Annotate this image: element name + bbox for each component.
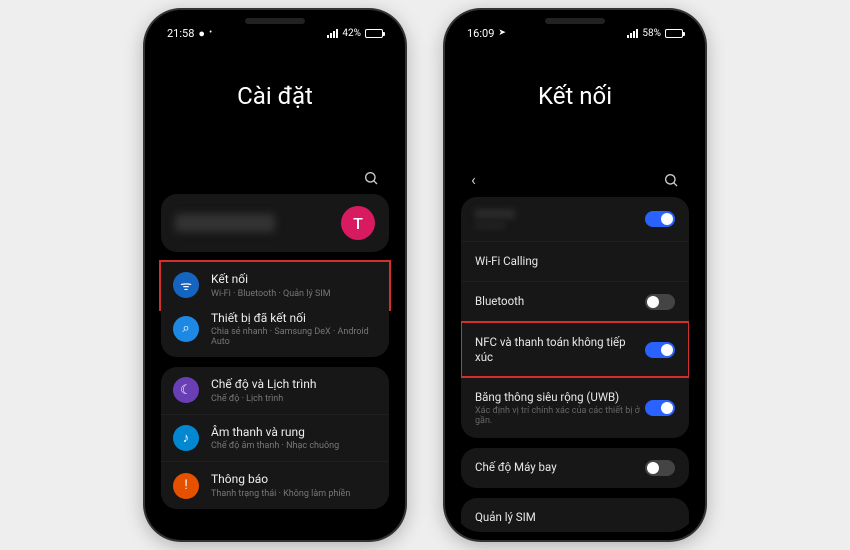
sound-icon: ♪ (173, 425, 199, 451)
signal-icon (627, 29, 638, 38)
row-sim[interactable]: Quản lý SIM (461, 498, 689, 532)
wifi-title-blurred (475, 209, 515, 219)
battery-icon (665, 29, 683, 38)
wifi-icon: ᯤ (173, 272, 199, 298)
search-row (153, 170, 397, 194)
toggle-nfc[interactable] (645, 342, 675, 358)
row-wifi-calling[interactable]: Wi-Fi Calling (461, 241, 689, 281)
nav-row: ‹ (453, 170, 697, 197)
search-icon[interactable] (363, 170, 379, 186)
item-title: Thiết bị đã kết nối (211, 311, 377, 327)
item-title: Thông báo (211, 472, 377, 488)
status-time: 21:58 (167, 27, 194, 40)
signal-icon (327, 29, 338, 38)
content-left: T ᯤ Kết nối Wi-Fi · Bluetooth · Quản lý … (153, 194, 397, 509)
row-title: NFC và thanh toán không tiếp xúc (475, 335, 645, 365)
toggle-bluetooth[interactable] (645, 294, 675, 310)
settings-item-modes[interactable]: ☾ Chế độ và Lịch trình Chế độ · Lịch trì… (161, 367, 389, 414)
row-title: Bluetooth (475, 294, 645, 309)
page-title: Cài đặt (153, 42, 397, 170)
notch (245, 18, 305, 24)
row-wifi[interactable] (461, 197, 689, 241)
settings-item-notifications[interactable]: ! Thông báo Thanh trạng thái · Không làm… (161, 461, 389, 509)
status-time: 16:09 (467, 27, 494, 40)
connections-group-2: Chế độ Máy bay (461, 448, 689, 488)
toggle-wifi[interactable] (645, 211, 675, 227)
row-sub: Xác định vị trí chính xác của các thiết … (475, 406, 645, 426)
battery-pct: 42% (342, 28, 361, 39)
item-title: Chế độ và Lịch trình (211, 377, 377, 393)
more-icon: • (209, 28, 212, 38)
row-nfc[interactable]: NFC và thanh toán không tiếp xúc (461, 322, 689, 377)
battery-icon (365, 29, 383, 38)
row-title: Băng thông siêu rộng (UWB) (475, 390, 645, 405)
settings-item-connected-devices[interactable]: ⌕ Thiết bị đã kết nối Chia sẻ nhanh · Sa… (161, 301, 389, 358)
page-title: Kết nối (453, 42, 697, 170)
connections-group-3: Quản lý SIM Các mạng di động (461, 498, 689, 532)
row-uwb[interactable]: Băng thông siêu rộng (UWB) Xác định vị t… (461, 377, 689, 438)
settings-group-1b: ⌕ Thiết bị đã kết nối Chia sẻ nhanh · Sa… (161, 301, 389, 358)
wifi-sub-blurred (475, 222, 505, 229)
item-sub: Thanh trạng thái · Không làm phiền (211, 489, 377, 499)
row-title: Chế độ Máy bay (475, 460, 645, 475)
connections-group-1: Wi-Fi Calling Bluetooth NFC và thanh toá… (461, 197, 689, 438)
toggle-uwb[interactable] (645, 400, 675, 416)
account-card[interactable]: T (161, 194, 389, 252)
battery-pct: 58% (642, 28, 661, 39)
row-airplane[interactable]: Chế độ Máy bay (461, 448, 689, 488)
notifications-icon: ! (173, 473, 199, 499)
back-icon[interactable]: ‹ (471, 170, 476, 189)
messenger-icon: ● (198, 27, 205, 40)
phone-right: 16:09 ➤ 58% Kết nối ‹ (445, 10, 705, 540)
avatar[interactable]: T (341, 206, 375, 240)
modes-icon: ☾ (173, 377, 199, 403)
devices-icon: ⌕ (173, 316, 199, 342)
screen-right: 16:09 ➤ 58% Kết nối ‹ (453, 18, 697, 532)
content-right: Wi-Fi Calling Bluetooth NFC và thanh toá… (453, 197, 697, 532)
search-icon[interactable] (663, 172, 679, 188)
settings-group-2: ☾ Chế độ và Lịch trình Chế độ · Lịch trì… (161, 367, 389, 509)
location-icon: ➤ (498, 28, 506, 38)
item-sub: Wi-Fi · Bluetooth · Quản lý SIM (211, 289, 377, 299)
notch (545, 18, 605, 24)
item-sub: Chia sẻ nhanh · Samsung DeX · Android Au… (211, 327, 377, 347)
screen-left: 21:58 ● • 42% Cài đặt T (153, 18, 397, 532)
phone-left: 21:58 ● • 42% Cài đặt T (145, 10, 405, 540)
item-title: Kết nối (211, 272, 377, 288)
row-title: Wi-Fi Calling (475, 254, 675, 269)
account-name-blurred (175, 214, 275, 232)
item-title: Âm thanh và rung (211, 425, 377, 441)
row-bluetooth[interactable]: Bluetooth (461, 281, 689, 322)
row-title: Quản lý SIM (475, 510, 675, 525)
item-sub: Chế độ âm thanh · Nhạc chuông (211, 441, 377, 451)
settings-item-sound[interactable]: ♪ Âm thanh và rung Chế độ âm thanh · Nhạ… (161, 414, 389, 462)
toggle-airplane[interactable] (645, 460, 675, 476)
item-sub: Chế độ · Lịch trình (211, 394, 377, 404)
